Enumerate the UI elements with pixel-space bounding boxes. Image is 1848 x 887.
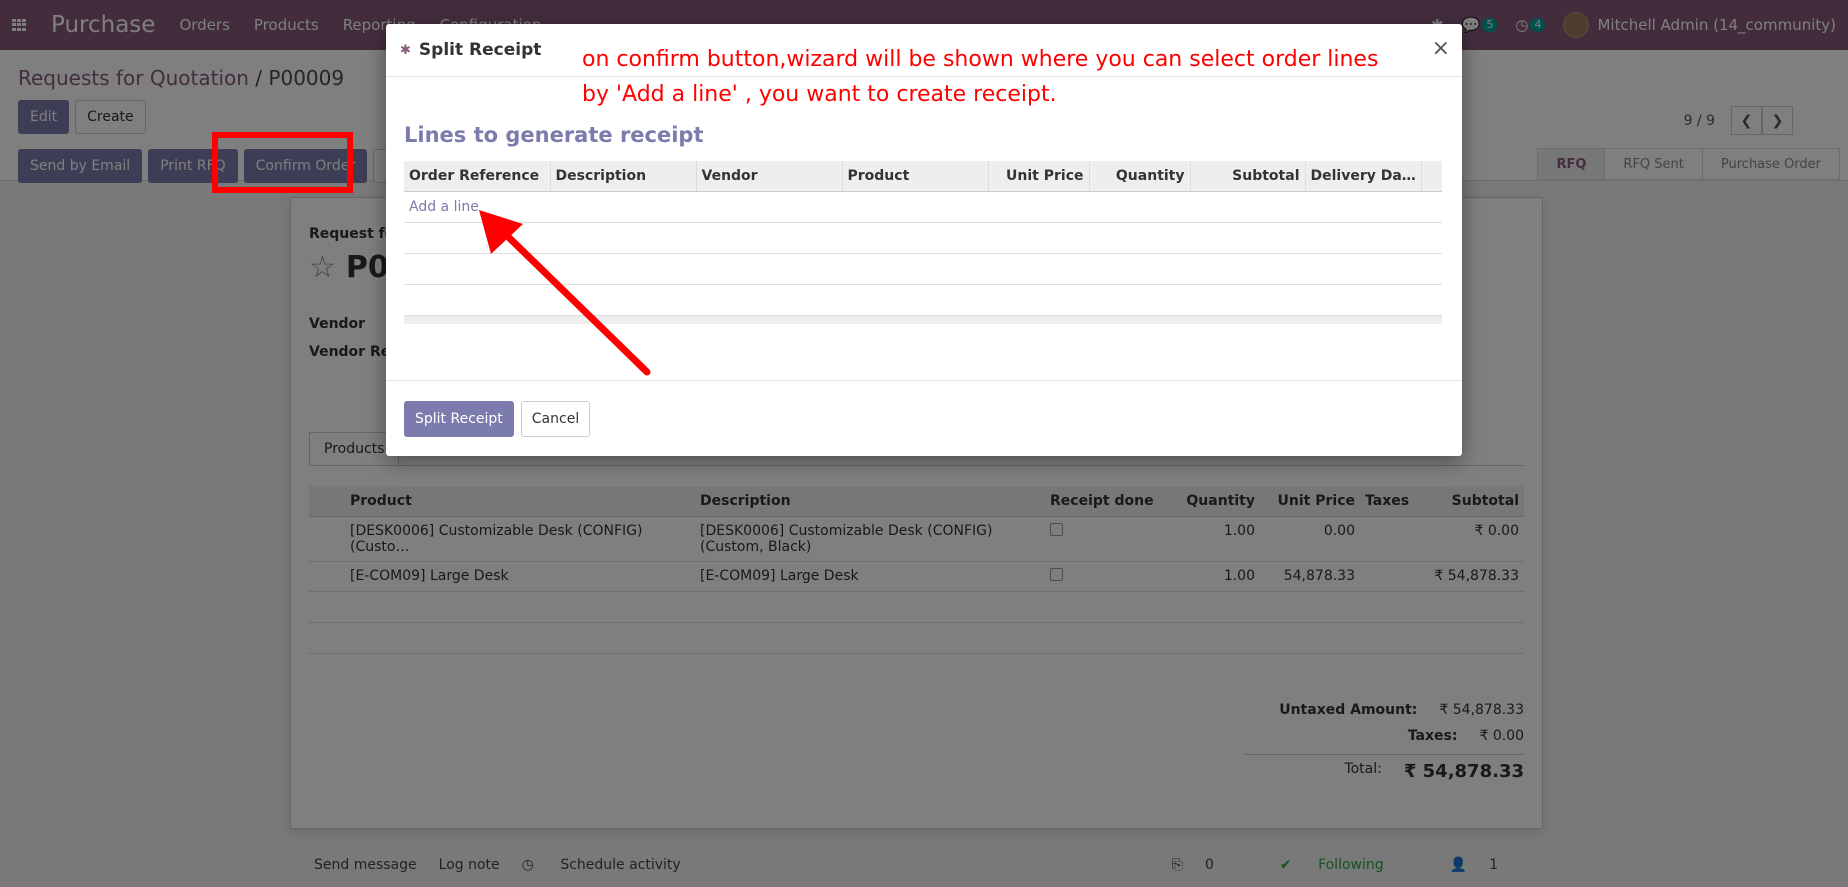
column-description[interactable]: Description [549, 161, 696, 192]
column-unit-price[interactable]: Unit Price [987, 161, 1089, 192]
dialog-title: Split Receipt [418, 40, 542, 60]
arrow-shaft [489, 218, 651, 376]
cancel-button[interactable]: Cancel [520, 400, 591, 437]
debug-icon: ✱ [400, 42, 411, 58]
column-vendor[interactable]: Vendor [695, 161, 842, 192]
highlight-box [212, 132, 353, 193]
annotation-text: on confirm button,wizard will be shown w… [582, 47, 1379, 107]
column-product[interactable]: Product [841, 161, 988, 192]
column-quantity[interactable]: Quantity [1088, 161, 1190, 192]
column-subtotal[interactable]: Subtotal [1189, 161, 1305, 192]
add-a-line-link[interactable]: Add a line [409, 199, 479, 215]
section-title: Lines to generate receipt [404, 123, 704, 147]
optional-columns-header [1420, 161, 1442, 192]
annotation-arrow [479, 210, 651, 376]
dialog-footer: Split Receipt Cancel [386, 380, 1462, 456]
column-order-reference[interactable]: Order Reference [404, 161, 550, 192]
close-icon[interactable]: × [1432, 36, 1450, 61]
column-delivery-date[interactable]: Delivery Da… [1304, 161, 1422, 192]
split-receipt-button[interactable]: Split Receipt [404, 400, 514, 437]
